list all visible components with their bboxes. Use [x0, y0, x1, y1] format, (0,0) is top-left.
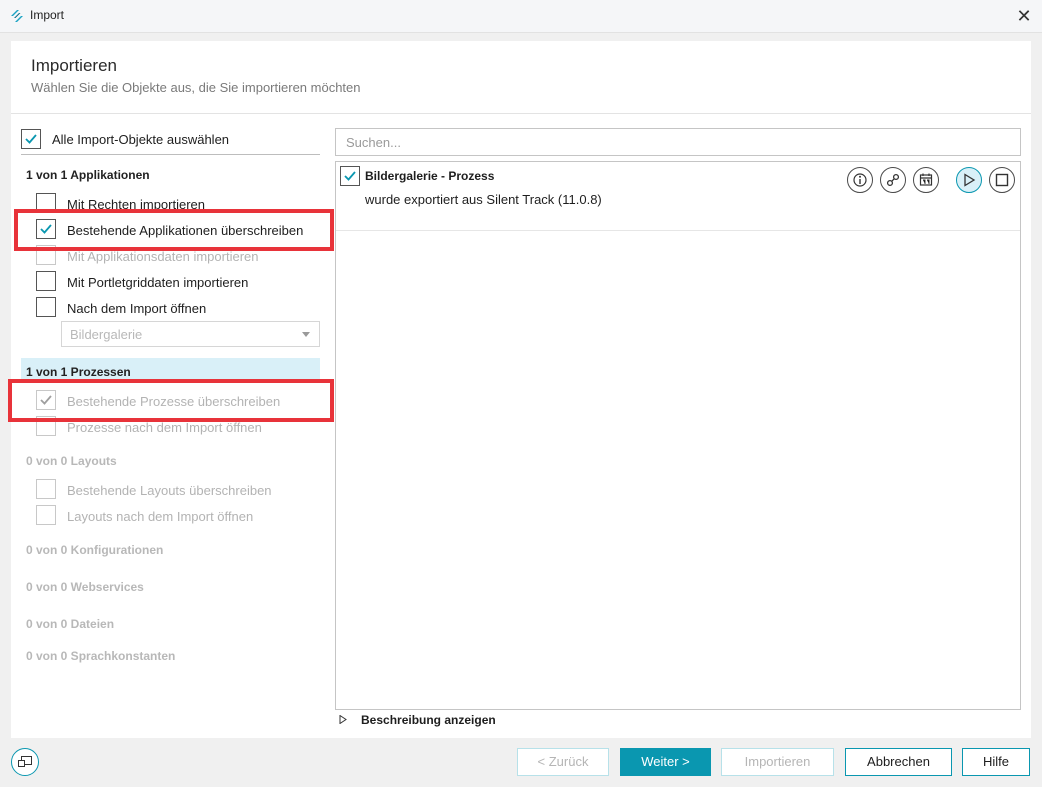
divider [21, 154, 320, 155]
play-icon[interactable] [956, 167, 982, 193]
open-layouts-label: Layouts nach dem Import öffnen [67, 509, 254, 524]
section-processes-heading: 1 von 1 Prozessen [26, 365, 131, 379]
open-processes-label: Prozesse nach dem Import öffnen [67, 420, 262, 435]
search-input[interactable] [335, 128, 1021, 156]
section-language-constants-heading: 0 von 0 Sprachkonstanten [26, 649, 176, 663]
window-mode-button[interactable] [11, 748, 39, 776]
section-webservices-heading: 0 von 0 Webservices [26, 580, 144, 594]
item-subtitle: wurde exportiert aus Silent Track (11.0.… [365, 192, 602, 207]
page-title: Importieren [31, 56, 117, 75]
window-titlebar: Import ✕ [0, 0, 1042, 33]
open-after-import-checkbox[interactable] [36, 297, 56, 317]
list-item[interactable]: Bildergalerie - Prozess wurde exportiert… [336, 162, 1020, 231]
window-icon [18, 756, 32, 767]
highlight-box-applications [14, 209, 334, 251]
overwrite-layouts-checkbox[interactable] [36, 479, 56, 499]
item-title: Bildergalerie - Prozess [365, 169, 495, 183]
overwrite-layouts-label: Bestehende Layouts überschreiben [67, 483, 272, 498]
back-button[interactable]: < Zurück [517, 748, 609, 776]
expand-triangle-icon[interactable] [339, 715, 347, 724]
app-logo-icon [11, 10, 23, 22]
open-layouts-checkbox[interactable] [36, 505, 56, 525]
next-button[interactable]: Weiter > [620, 748, 711, 776]
portletgrid-data-checkbox[interactable] [36, 271, 56, 291]
section-layouts-heading: 0 von 0 Layouts [26, 454, 117, 468]
stop-icon[interactable] [989, 167, 1015, 193]
info-icon[interactable] [847, 167, 873, 193]
select-all-label: Alle Import-Objekte auswählen [52, 132, 230, 147]
open-application-select[interactable]: Bildergalerie [61, 321, 320, 347]
dialog-header: Importieren Wählen Sie die Objekte aus, … [11, 41, 1031, 114]
close-icon[interactable]: ✕ [1010, 3, 1038, 29]
window-title: Import [30, 8, 65, 22]
item-checkbox[interactable] [340, 166, 360, 186]
import-object-list: Bildergalerie - Prozess wurde exportiert… [335, 161, 1021, 710]
description-toggle[interactable]: Beschreibung anzeigen [361, 713, 496, 727]
highlight-box-processes [8, 379, 334, 422]
calendar-icon[interactable] [913, 167, 939, 193]
chevron-down-icon [302, 332, 310, 337]
page-subtitle: Wählen Sie die Objekte aus, die Sie impo… [31, 80, 361, 95]
help-button[interactable]: Hilfe [962, 748, 1030, 776]
section-files-heading: 0 von 0 Dateien [26, 617, 115, 631]
section-applications-heading: 1 von 1 Applikationen [26, 168, 150, 182]
section-configurations-heading: 0 von 0 Konfigurationen [26, 543, 164, 557]
portletgrid-data-label: Mit Portletgriddaten importieren [67, 275, 249, 290]
import-button[interactable]: Importieren [721, 748, 834, 776]
link-icon[interactable] [880, 167, 906, 193]
open-after-import-label: Nach dem Import öffnen [67, 301, 207, 316]
open-application-select-value: Bildergalerie [70, 327, 143, 342]
cancel-button[interactable]: Abbrechen [845, 748, 952, 776]
check-icon [344, 171, 356, 181]
application-data-label: Mit Applikationsdaten importieren [67, 249, 259, 264]
check-icon [25, 134, 37, 144]
select-all-checkbox[interactable] [21, 129, 41, 149]
